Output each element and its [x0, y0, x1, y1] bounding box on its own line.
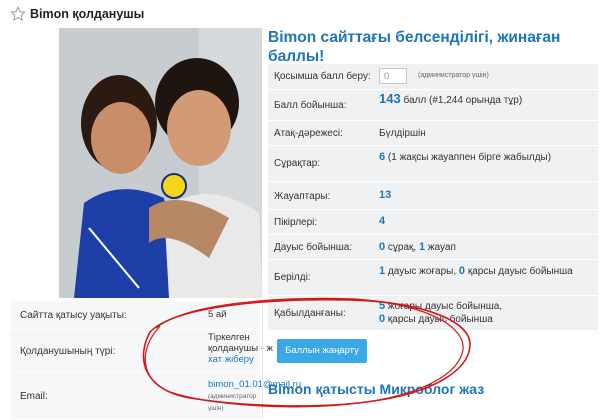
votes-given-row: Берілді: 1 дауыс жоғары, 0 қарсы дауыс б…: [268, 260, 598, 296]
member-since-row: Сайтта қатысу уақыты: 5 ай: [10, 301, 260, 330]
votes-cast-q-word: сұрақ,: [385, 242, 419, 253]
user-type-label: Қолданушының түрі:: [20, 346, 116, 357]
comments-label: Пікірлері:: [274, 217, 318, 228]
answers-number: 13: [379, 189, 392, 201]
answers-row: Жауаптары: 13: [268, 182, 598, 210]
comments-number: 4: [379, 215, 386, 227]
votes-cast-value: 0 сұрақ, 1 жауап: [379, 241, 589, 254]
microblog-title: Bimon қатысты Микроблог жаз: [268, 381, 485, 397]
email-label: Email:: [20, 391, 48, 402]
votes-received-label: Қабылданғаны:: [274, 308, 346, 319]
member-since-value: 5 ай: [208, 309, 227, 320]
questions-suffix: (1 жақсы жауаппен бірге жабылды): [385, 152, 552, 163]
points-label: Балл бойынша:: [274, 100, 347, 111]
user-type-value: Тіркелген қолданушы - ж хат жіберу: [208, 332, 278, 365]
user-type-row: Қолданушының түрі: Тіркелген қолданушы - …: [10, 330, 273, 373]
bonus-input[interactable]: 0: [379, 68, 407, 84]
votes-cast-a-word: жауап: [425, 242, 456, 253]
bonus-row: Қосымша балл беру: 0 (администратор үшін…: [268, 64, 598, 90]
answers-label: Жауаптары:: [274, 191, 331, 202]
page-title: Bimon қолданушы: [10, 6, 144, 22]
votes-given-label: Берілді:: [274, 272, 311, 283]
user-type-line1: Тіркелген: [208, 332, 250, 343]
send-message-link[interactable]: хат жіберу: [208, 354, 254, 365]
answers-value: 13: [379, 189, 391, 202]
user-type-line2: қолданушы - ж: [208, 343, 273, 354]
admin-note: (администратор үшін): [418, 72, 489, 79]
page-title-text: Bimon қолданушы: [30, 7, 145, 21]
email-value: bimon_01.01@mail.ru (администратор үшін): [208, 379, 301, 414]
rank-row: Атақ-дәрежесі: Бүлдіршін: [268, 121, 598, 146]
votes-received-up-word: жоғары дауыс бойынша,: [385, 301, 503, 312]
update-points-button[interactable]: Баллын жаңарту: [277, 339, 367, 363]
email-admin-note: (администратор үшін): [208, 393, 257, 412]
votes-received-row: Қабылданғаны: 5 жоғары дауыс бойынша, 0 қ…: [268, 296, 598, 331]
votes-received-down-word: қарсы дауыс бойынша: [385, 314, 493, 325]
points-number: 143: [379, 91, 401, 106]
points-row: Балл бойынша: 143 балл (#1,244 орында тұ…: [268, 90, 598, 121]
user-avatar: [59, 28, 262, 298]
column-divider: [262, 300, 263, 419]
member-since-label: Сайтта қатысу уақыты:: [20, 310, 127, 321]
questions-row: Сұрақтар: 6 (1 жақсы жауаппен бірге жабы…: [268, 146, 598, 182]
votes-received-value: 5 жоғары дауыс бойынша, 0 қарсы дауыс бой…: [379, 300, 594, 326]
votes-given-value: 1 дауыс жоғары, 0 қарсы дауыс бойынша: [379, 265, 589, 278]
questions-value: 6 (1 жақсы жауаппен бірге жабылды): [379, 151, 584, 164]
rank-value: Бүлдіршін: [379, 128, 426, 139]
comments-row: Пікірлері: 4: [268, 210, 598, 235]
bonus-label: Қосымша балл беру:: [274, 71, 371, 82]
points-value: 143 балл (#1,244 орында тұр): [379, 91, 589, 107]
email-row: Email: bimon_01.01@mail.ru (администратор…: [10, 373, 301, 420]
star-outline-icon[interactable]: [10, 6, 26, 22]
votes-cast-label: Дауыс бойынша:: [274, 242, 353, 253]
votes-given-down-word: қарсы дауыс бойынша: [465, 266, 573, 277]
points-suffix: балл (#1,244 орында тұр): [400, 95, 523, 106]
activity-title: Bimon сайттағы белсенділігі, жинаған бал…: [268, 29, 561, 65]
votes-given-up-word: дауыс жоғары,: [385, 266, 459, 277]
questions-label: Сұрақтар:: [274, 158, 321, 169]
comments-value: 4: [379, 215, 385, 228]
rank-label: Атақ-дәрежесі:: [274, 128, 343, 139]
votes-cast-row: Дауыс бойынша: 0 сұрақ, 1 жауап: [268, 235, 598, 260]
